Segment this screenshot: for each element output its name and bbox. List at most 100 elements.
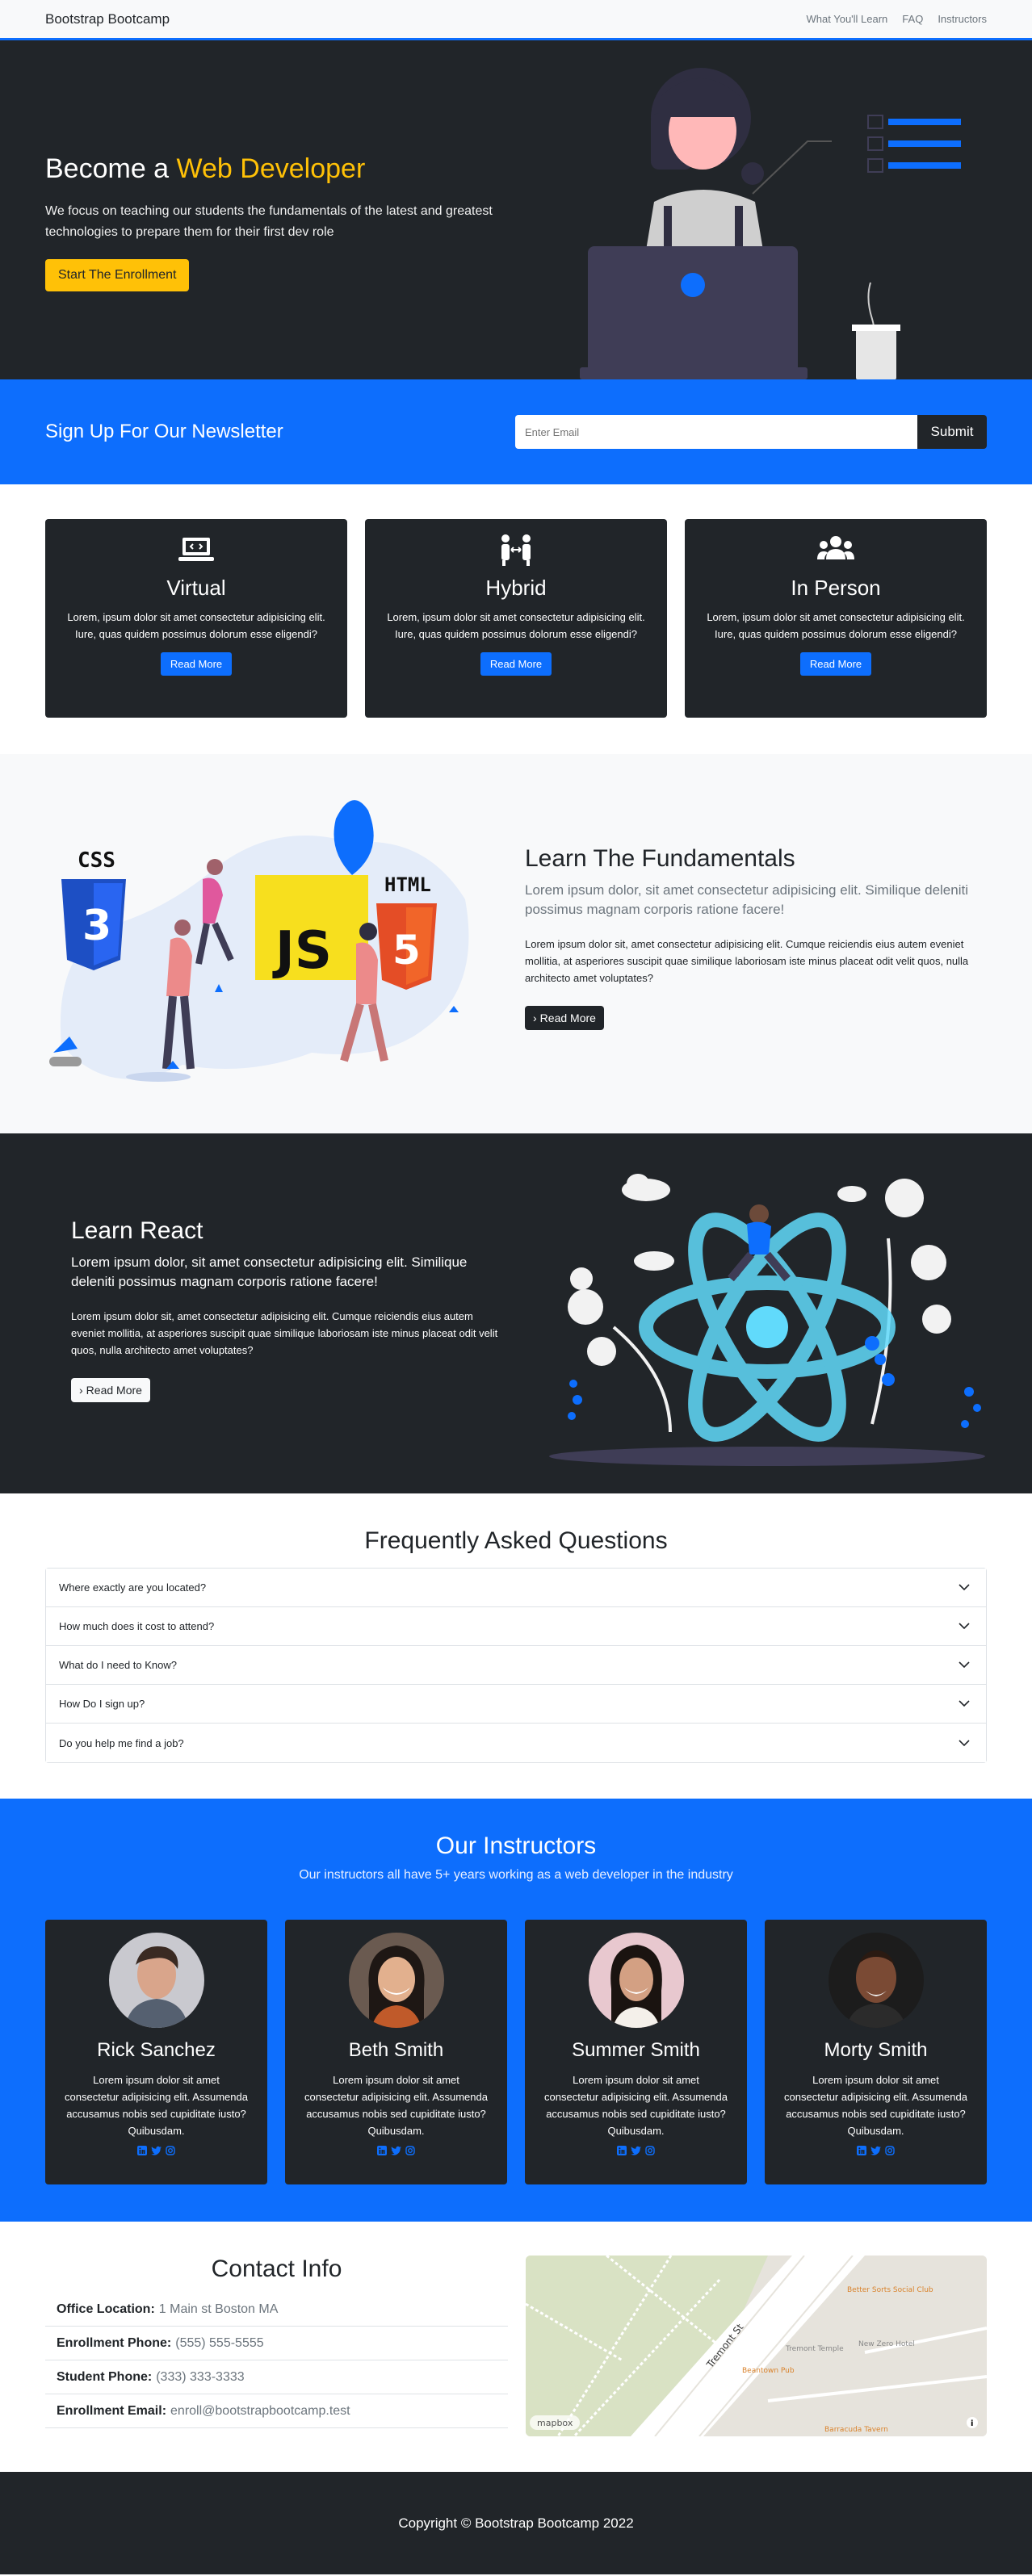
instructor-bio: Lorem ipsum dolor sit amet consectetur a… [65,2074,248,2137]
twitter-icon[interactable] [870,2146,881,2155]
learn-react-section: Learn React Lorem ipsum dolor, sit amet … [0,1133,1032,1493]
instructor-bio: Lorem ipsum dolor sit amet consectetur a… [544,2074,728,2137]
hero-text: Become a Web Developer We focus on teach… [45,153,497,291]
navbar: Bootstrap Bootcamp What You'll Learn FAQ… [0,0,1032,40]
hero-title: Become a Web Developer [45,153,497,185]
twitter-icon[interactable] [391,2146,401,2155]
linkedin-icon[interactable] [857,2146,866,2155]
faq-item[interactable]: Where exactly are you located? [46,1569,986,1607]
map-place-label: Better Sorts Social Club [847,2286,933,2294]
instructor-name: Summer Smith [572,2039,700,2061]
instructors-subtitle: Our instructors all have 5+ years workin… [299,1868,733,1882]
mapbox-logo: mapbox [537,2418,573,2428]
faq-item[interactable]: How much does it cost to attend? [46,1607,986,1646]
avatar [828,1933,924,2028]
read-more-button[interactable]: Read More [799,652,872,676]
linkedin-icon[interactable] [137,2146,147,2155]
instructor-card: Morty Smith Lorem ipsum dolor sit amet c… [765,1920,987,2184]
newsletter-section: Sign Up For Our Newsletter Submit [0,379,1032,484]
map-place-label: Tremont Temple [785,2345,844,2353]
social-links [45,2146,267,2155]
linkedin-icon[interactable] [617,2146,627,2155]
social-links [525,2146,747,2155]
chevron-down-icon [959,1623,970,1630]
svg-text:5: 5 [392,927,421,974]
fundamentals-illustration: CSS 3 JS HTML 5 [49,800,469,1082]
instagram-icon[interactable] [405,2146,415,2155]
laptop-code-icon [45,532,347,568]
fundamentals-title: Learn The Fundamentals [525,845,795,872]
react-read-more-button[interactable]: › Read More [71,1378,150,1402]
twitter-icon[interactable] [631,2146,641,2155]
chevron-down-icon [959,1661,970,1669]
footer: Copyright © Bootstrap Bootcamp 2022 [0,2472,1032,2574]
faq-item[interactable]: Do you help me find a job? [46,1724,986,1762]
enroll-button[interactable]: Start The Enrollment [45,259,190,291]
faq-item[interactable]: What do I need to Know? [46,1646,986,1685]
contact-value: (333) 333-3333 [156,2369,245,2384]
read-more-button[interactable]: Read More [480,652,552,676]
twitter-icon[interactable] [151,2146,162,2155]
boxes-section: Virtual Lorem, ipsum dolor sit amet cons… [0,484,1032,754]
nav-link-instructors[interactable]: Instructors [938,13,987,25]
contact-row-enrollment-phone: Enrollment Phone: (555) 555-5555 [45,2327,508,2360]
instructor-name: Rick Sanchez [97,2039,216,2061]
faq-question: Do you help me find a job? [59,1736,184,1749]
button-label: Read More [539,1012,596,1024]
instagram-icon[interactable] [885,2146,895,2155]
avatar [588,1933,684,2028]
map-place-label: Beantown Pub [742,2367,795,2375]
contact-label: Enrollment Phone: [57,2335,172,2350]
fundamentals-lead: Lorem ipsum dolor, sit amet consectetur … [525,882,968,917]
instagram-icon[interactable] [645,2146,655,2155]
map-place-label: Barracuda Tavern [824,2426,888,2434]
html-label: HTML [384,873,431,896]
copyright-text: Copyright © Bootstrap Bootcamp 2022 [398,2515,634,2531]
contact-label: Office Location: [57,2302,155,2316]
brand-link[interactable]: Bootstrap Bootcamp [45,11,170,27]
svg-text:3: 3 [82,902,111,950]
hero-title-prefix: Become a [45,153,170,184]
box-title: Virtual [166,576,226,600]
contact-section: Contact Info Office Location: 1 Main st B… [0,2222,1032,2472]
instructor-name: Beth Smith [348,2039,444,2061]
faq-question: Where exactly are you located? [59,1581,207,1594]
map[interactable]: Tremont St Better Sorts Social Club Trem… [526,2256,987,2436]
linkedin-icon[interactable] [377,2146,387,2155]
react-title: Learn React [71,1217,203,1244]
hero-description: We focus on teaching our students the fu… [45,204,493,239]
email-input[interactable] [515,415,917,449]
instagram-icon[interactable] [166,2146,175,2155]
chevron-right-icon: › [533,1012,537,1024]
css-label: CSS [78,848,115,873]
react-illustration [549,1174,985,1466]
contact-title: Contact Info [211,2256,342,2282]
newsletter-heading: Sign Up For Our Newsletter [45,421,283,442]
instructor-bio: Lorem ipsum dolor sit amet consectetur a… [784,2074,967,2137]
social-links [285,2146,507,2155]
box-in-person: In Person Lorem, ipsum dolor sit amet co… [685,519,987,718]
instructor-bio: Lorem ipsum dolor sit amet consectetur a… [304,2074,488,2137]
nav-link-faq[interactable]: FAQ [902,13,923,25]
instructor-card: Summer Smith Lorem ipsum dolor sit amet … [525,1920,747,2184]
faq-question: How Do I sign up? [59,1698,145,1710]
faq-title: Frequently Asked Questions [364,1527,668,1554]
svg-text:i: i [971,2419,973,2428]
contact-row-student-phone: Student Phone: (333) 333-3333 [45,2360,508,2394]
hero-section: Become a Web Developer We focus on teach… [0,40,1032,379]
social-links [765,2146,987,2155]
fundamentals-read-more-button[interactable]: › Read More [525,1006,604,1030]
instructors-title: Our Instructors [435,1833,597,1859]
box-text: Lorem, ipsum dolor sit amet consectetur … [67,611,325,640]
instructor-card: Beth Smith Lorem ipsum dolor sit amet co… [285,1920,507,2184]
contact-value: (555) 555-5555 [175,2335,264,2350]
faq-item[interactable]: How Do I sign up? [46,1685,986,1724]
nav-link-learn[interactable]: What You'll Learn [807,13,888,25]
contact-info: Contact Info Office Location: 1 Main st B… [45,2256,508,2436]
react-body: Lorem ipsum dolor sit, amet consectetur … [71,1310,498,1356]
box-hybrid: Hybrid Lorem, ipsum dolor sit amet conse… [365,519,667,718]
submit-button[interactable]: Submit [917,415,987,449]
read-more-button[interactable]: Read More [160,652,233,676]
contact-row-office: Office Location: 1 Main st Boston MA [45,2293,508,2327]
hero-title-accent: Web Developer [176,153,366,184]
